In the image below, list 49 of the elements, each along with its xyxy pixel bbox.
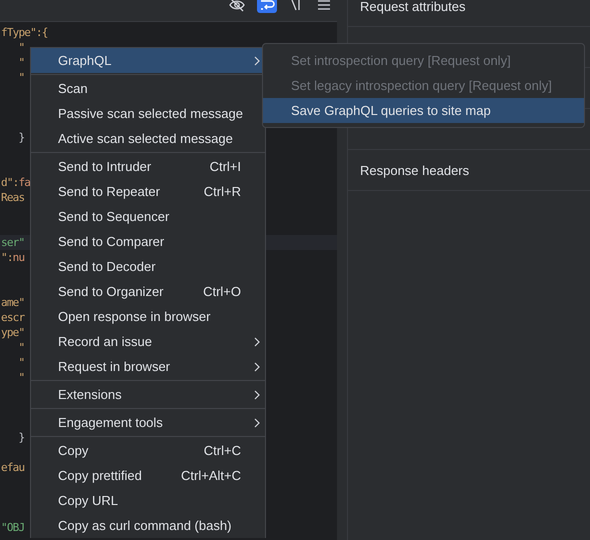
menu-item[interactable]: Extensions [31, 382, 265, 407]
code-text: d": [1, 176, 18, 189]
menu-item[interactable]: Engagement tools [31, 410, 265, 435]
code-text: fType":{ [1, 26, 48, 39]
hide-icon[interactable] [227, 0, 247, 13]
code-text: " [17, 56, 24, 69]
chevron-right-icon [254, 362, 260, 372]
chevron-right-icon [254, 418, 260, 428]
panel-item[interactable]: Request attributes [360, 0, 466, 14]
menu-item[interactable]: Active scan selected message [31, 126, 265, 151]
menu-item[interactable]: Request in browser [31, 354, 265, 379]
wrap-icon[interactable] [257, 0, 277, 13]
menu-item[interactable]: Save GraphQL queries to site map [263, 98, 584, 123]
code-text: "OBJ [1, 521, 24, 534]
menu-item[interactable]: Send to Organizer Ctrl+O [31, 279, 265, 304]
menu-item[interactable]: Copy URL [31, 488, 265, 513]
code-text: } [17, 431, 24, 444]
chevron-right-icon [254, 390, 260, 400]
menu-item[interactable]: Passive scan selected message [31, 101, 265, 126]
code-text: efau [1, 461, 24, 474]
code-text: ": [1, 251, 13, 264]
code-text: nu [12, 251, 24, 264]
code-text: } [17, 131, 24, 144]
panel-item[interactable]: Response headers [360, 162, 470, 178]
menu-item[interactable]: Send to Comparer [31, 229, 265, 254]
code-text: " [17, 41, 24, 54]
menu-item[interactable]: Copy prettified Ctrl+Alt+C [31, 463, 265, 488]
menu-item[interactable]: Send to Repeater Ctrl+R [31, 179, 265, 204]
code-text: Reas [1, 191, 24, 204]
menu-item[interactable]: Open response in browser [31, 304, 265, 329]
menu-item[interactable]: Record an issue [31, 329, 265, 354]
code-text: " [17, 341, 24, 354]
menu-item[interactable]: GraphQL [31, 48, 265, 73]
menu-item[interactable]: Send to Sequencer [31, 204, 265, 229]
menu-item[interactable]: Send to Intruder Ctrl+I [31, 154, 265, 179]
code-text: " [17, 371, 24, 384]
code-text: ser" [1, 236, 24, 249]
code-text: ame" [1, 296, 24, 309]
code-text: ype" [1, 326, 24, 339]
code-text: " [17, 71, 24, 84]
chevron-right-icon [254, 337, 260, 347]
code-text: escr [1, 311, 24, 324]
menu-item[interactable]: Scan [31, 76, 265, 101]
code-text: " [17, 356, 24, 369]
chevron-right-icon [254, 56, 260, 66]
menu-item[interactable]: Copy Ctrl+C [31, 438, 265, 463]
menu-item[interactable]: Copy as curl command (bash) [31, 513, 265, 538]
code-text: fa [18, 176, 30, 189]
menu-item[interactable]: Send to Decoder [31, 254, 265, 279]
